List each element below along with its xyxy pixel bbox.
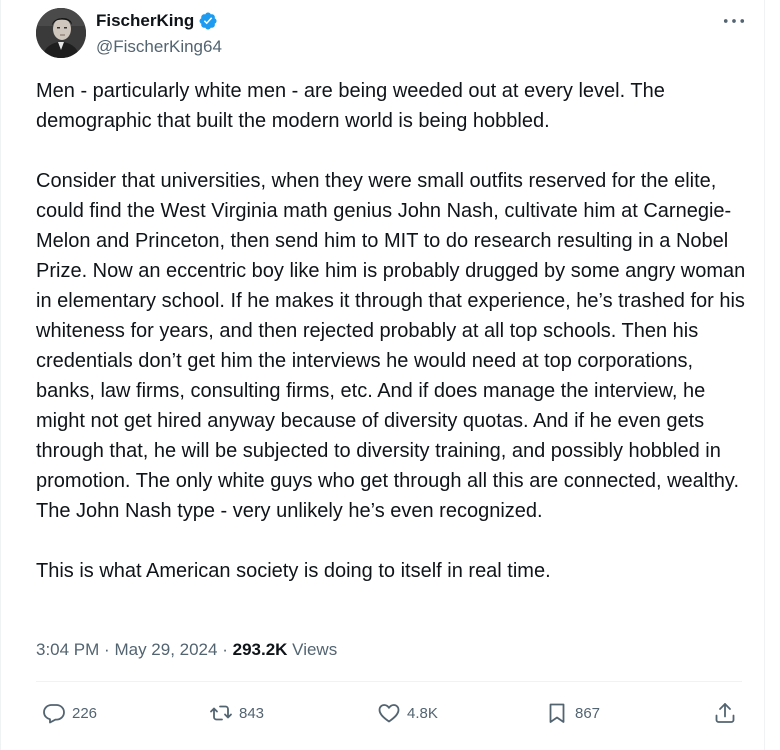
bookmark-button[interactable]: 867 bbox=[545, 694, 600, 732]
avatar[interactable] bbox=[36, 8, 86, 58]
reply-icon bbox=[43, 704, 65, 724]
heart-icon bbox=[378, 704, 400, 723]
author-block: FischerKing @FischerKing64 bbox=[96, 10, 222, 57]
repost-button[interactable]: 843 bbox=[209, 694, 264, 732]
post-date[interactable]: May 29, 2024 bbox=[114, 640, 217, 659]
reply-button[interactable]: 226 bbox=[42, 694, 97, 732]
author-display-name[interactable]: FischerKing bbox=[96, 11, 194, 31]
share-icon bbox=[715, 703, 735, 723]
verified-badge-icon[interactable] bbox=[198, 11, 218, 31]
like-button[interactable]: 4.8K bbox=[377, 694, 438, 732]
meta-separator: · bbox=[104, 640, 110, 659]
repost-count: 843 bbox=[239, 704, 265, 722]
bookmark-icon bbox=[549, 703, 565, 723]
repost-icon bbox=[210, 705, 232, 721]
share-button[interactable] bbox=[713, 694, 737, 732]
more-options-button[interactable] bbox=[720, 10, 748, 32]
tweet-text: Men - particularly white men - are being… bbox=[36, 76, 748, 586]
tweet: FischerKing @FischerKing64 Men - particu… bbox=[0, 0, 764, 750]
like-count: 4.8K bbox=[407, 704, 438, 722]
avatar-portrait-icon bbox=[36, 8, 86, 58]
more-horizontal-icon bbox=[723, 19, 745, 23]
action-bar: 226 843 4.8K 867 bbox=[0, 694, 764, 732]
post-time[interactable]: 3:04 PM bbox=[36, 640, 99, 659]
author-name-row: FischerKing bbox=[96, 10, 222, 32]
bookmark-count: 867 bbox=[575, 704, 601, 722]
views-count[interactable]: 293.2K bbox=[233, 640, 288, 659]
tweet-meta: 3:04 PM · May 29, 2024 · 293.2K Views bbox=[36, 638, 337, 662]
tweet-paragraph-2: Consider that universities, when they we… bbox=[36, 170, 746, 522]
views-label: Views bbox=[292, 640, 338, 659]
tweet-paragraph-1: Men - particularly white men - are being… bbox=[36, 80, 665, 132]
author-handle[interactable]: @FischerKing64 bbox=[96, 37, 222, 57]
divider bbox=[36, 681, 742, 682]
reply-count: 226 bbox=[72, 704, 98, 722]
frame-border-right bbox=[764, 0, 765, 750]
meta-separator-2: · bbox=[222, 640, 228, 659]
tweet-paragraph-3: This is what American society is doing t… bbox=[36, 560, 551, 582]
